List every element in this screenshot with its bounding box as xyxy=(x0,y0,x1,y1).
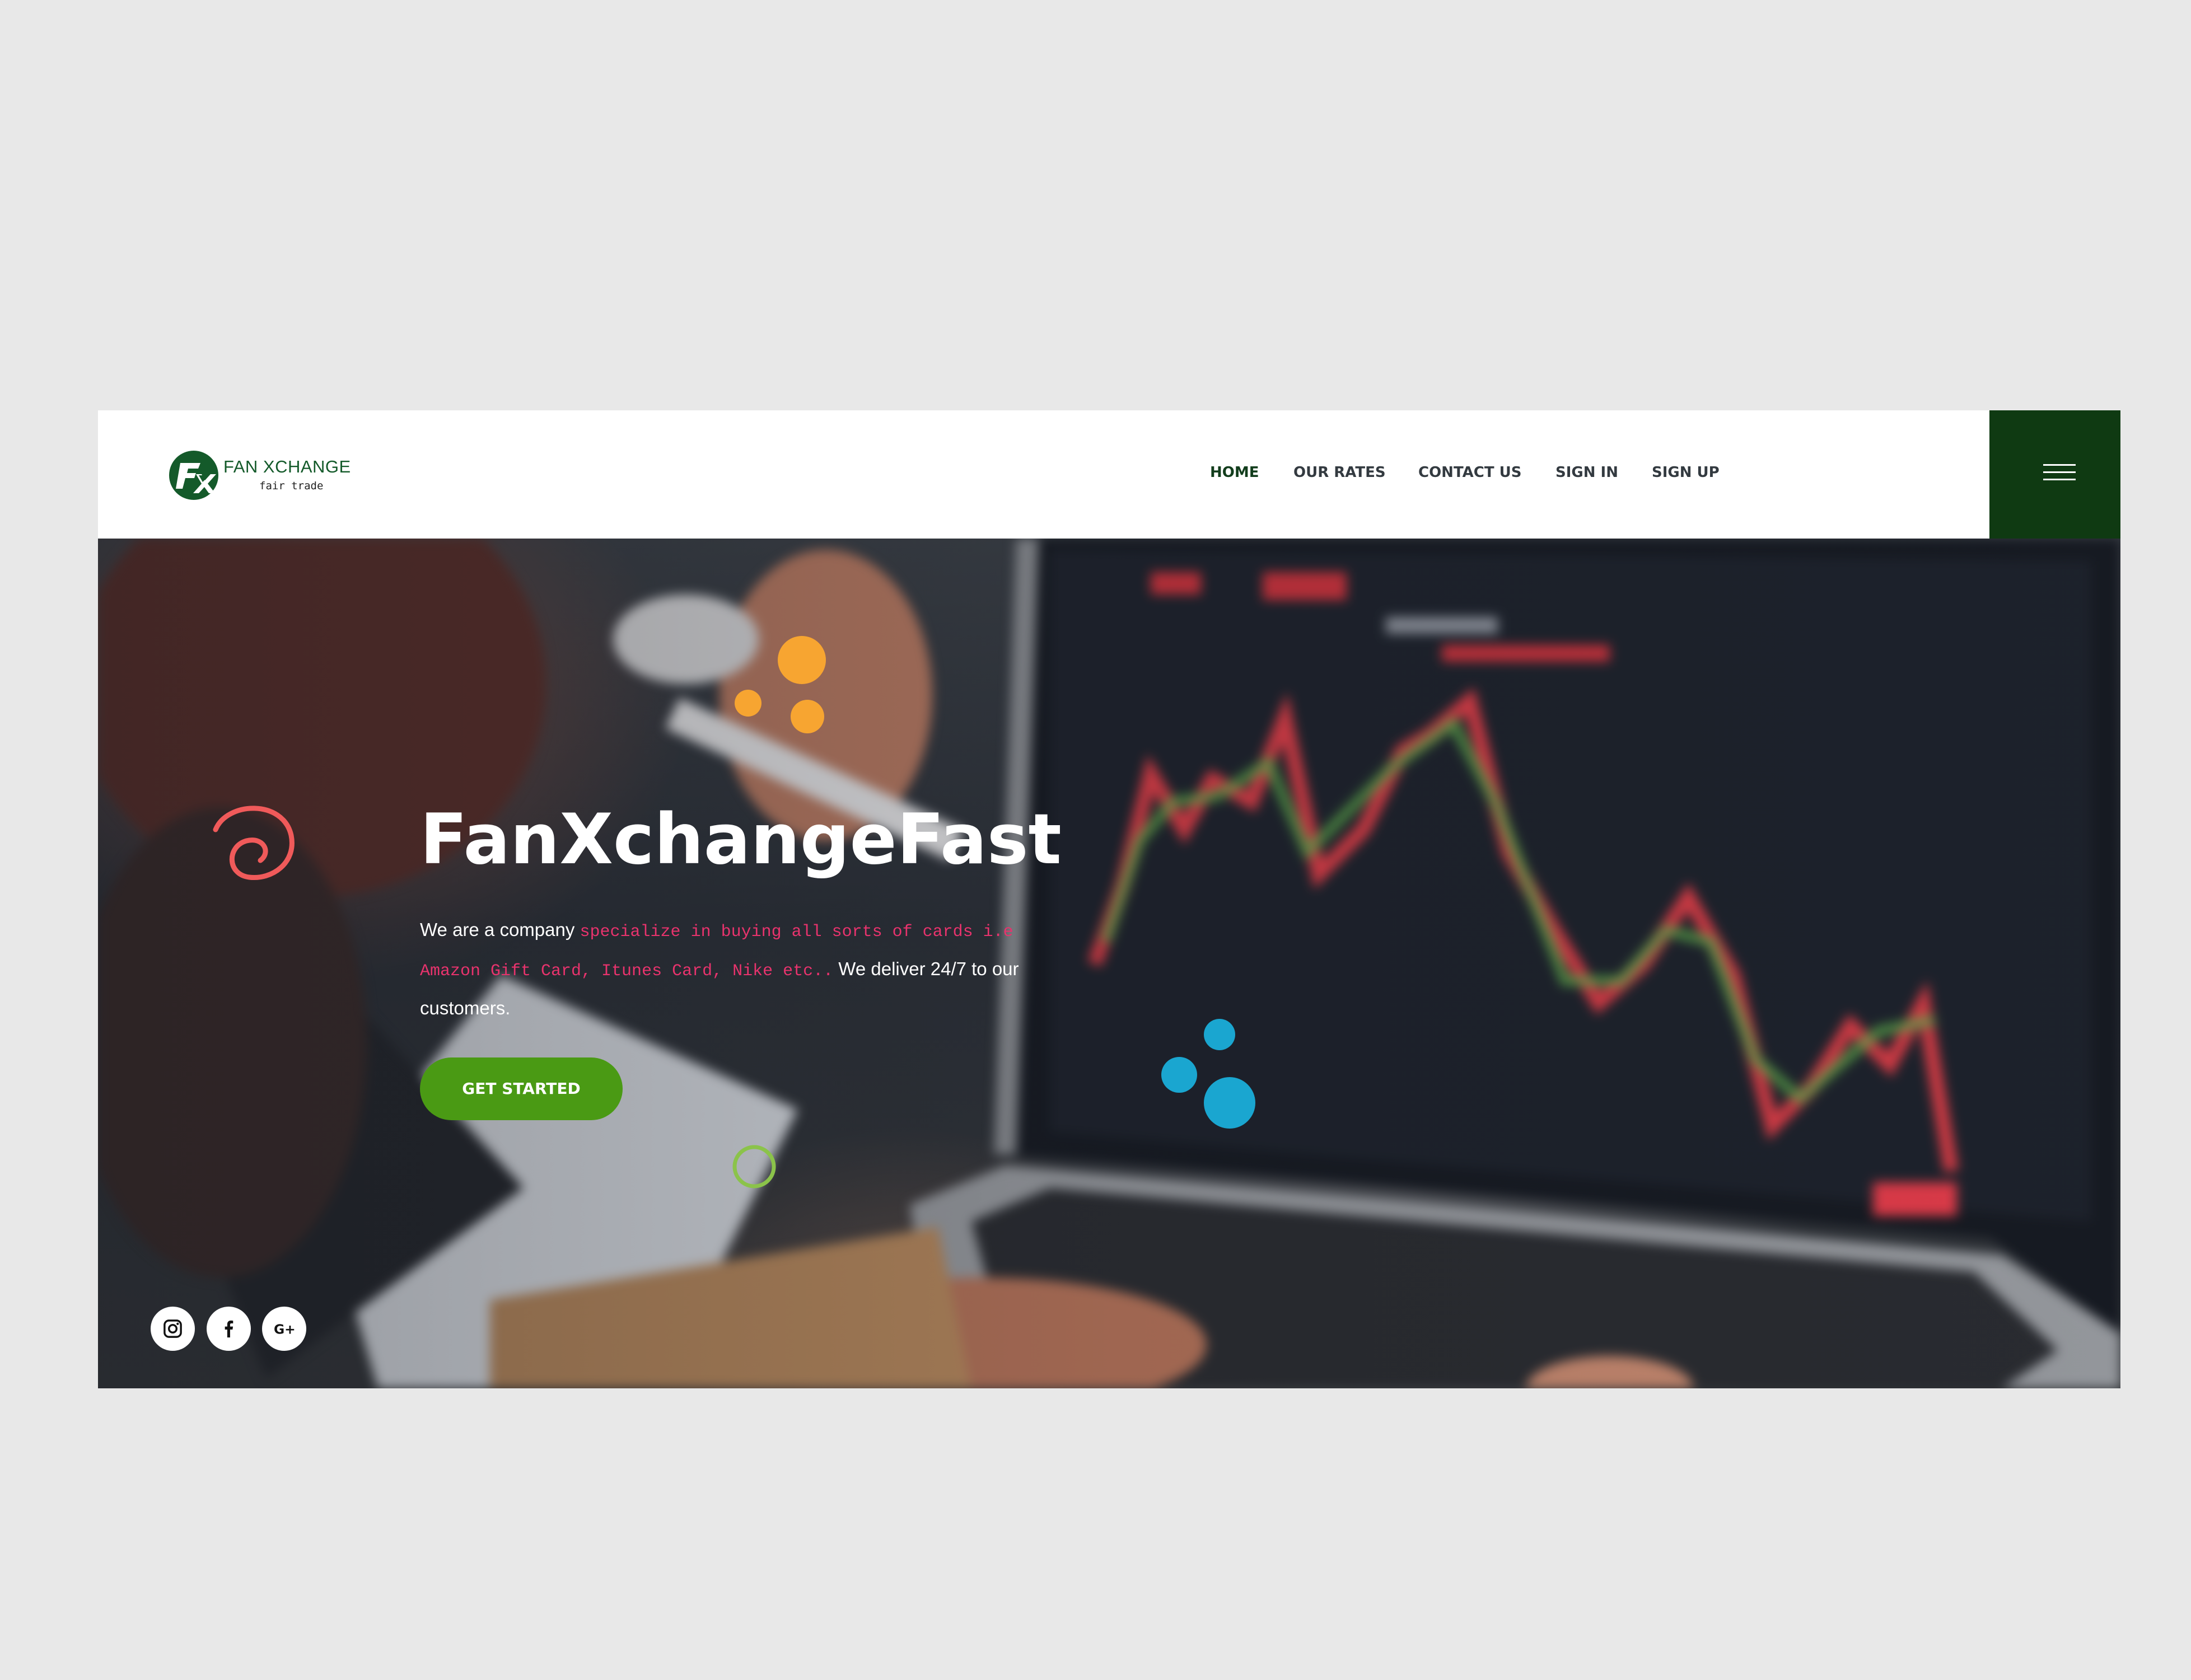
instagram-link[interactable] xyxy=(151,1307,195,1351)
nav-contact-us[interactable]: CONTACT US xyxy=(1418,464,1522,481)
orange-dots-decoration xyxy=(735,636,826,733)
facebook-icon xyxy=(225,1320,233,1338)
nav-our-rates[interactable]: OUR RATES xyxy=(1293,464,1386,481)
hero-description-intro: We are a company xyxy=(420,919,580,940)
hero-content: FanXchangeFast We are a company speciali… xyxy=(420,799,1148,1120)
instagram-icon xyxy=(163,1319,182,1338)
hero-title: FanXchangeFast xyxy=(420,799,1062,880)
nav-sign-up[interactable]: SIGN UP xyxy=(1652,464,1720,481)
fx-logo-icon xyxy=(169,451,218,500)
get-started-button[interactable]: GET STARTED xyxy=(420,1057,623,1120)
hamburger-menu-button[interactable] xyxy=(1989,410,2120,539)
blue-dots-decoration xyxy=(1161,1019,1255,1129)
facebook-link[interactable] xyxy=(207,1307,251,1351)
brand-tagline: fair trade xyxy=(259,480,324,492)
svg-text:G+: G+ xyxy=(274,1321,295,1337)
site-header: FAN XCHANGE fair trade HOME OUR RATES CO… xyxy=(98,410,2120,539)
green-ring-decoration xyxy=(732,1145,776,1188)
google-plus-icon: G+ xyxy=(274,1321,295,1337)
google-plus-link[interactable]: G+ xyxy=(262,1307,306,1351)
page-frame: FAN XCHANGE fair trade HOME OUR RATES CO… xyxy=(98,410,2120,1388)
nav-sign-in[interactable]: SIGN IN xyxy=(1555,464,1618,481)
hero-section: FanXchangeFast We are a company speciali… xyxy=(98,539,2120,1388)
hero-description: We are a company specialize in buying al… xyxy=(420,911,1064,1026)
brand-name: FAN XCHANGE xyxy=(223,457,351,476)
logo[interactable]: FAN XCHANGE fair trade xyxy=(168,450,358,503)
swirl-decoration xyxy=(213,806,295,881)
nav-home[interactable]: HOME xyxy=(1210,464,1259,481)
